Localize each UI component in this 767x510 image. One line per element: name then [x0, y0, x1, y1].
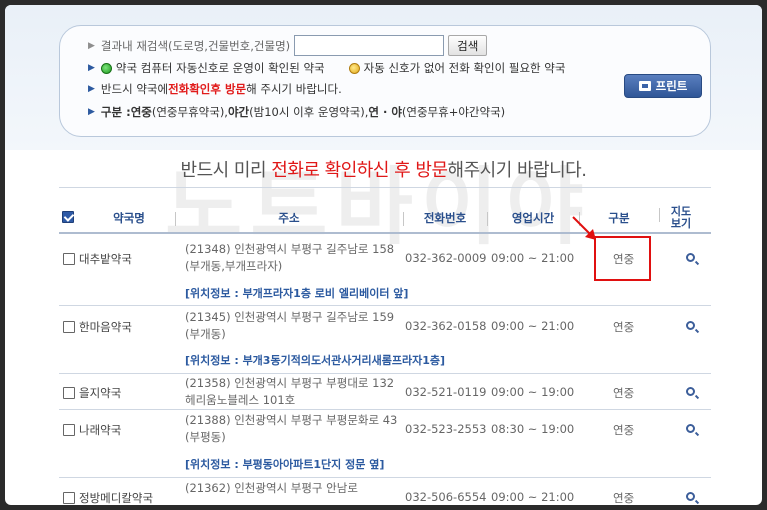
pharmacy-address: (21345) 인천광역시 부평구 길주남로 159 (부개동) [185, 310, 395, 341]
print-button[interactable]: 프린트 [624, 74, 702, 98]
row-name-cell: 을지약국 [63, 385, 121, 401]
legend-green-text: 약국 컴퓨터 자동신호로 운영이 확인된 약국 [115, 61, 325, 75]
pharmacy-address: (21348) 인천광역시 부평구 길주남로 158 (부개동,부개프라자) [185, 242, 395, 273]
pharmacy-location: [위치정보 : 부개3동기적의도서관사거리새롬프라자1층] [185, 354, 446, 367]
pharmacy-name[interactable]: 을지약국 [79, 385, 121, 401]
magnifier-icon [686, 492, 695, 501]
type-legend-row: ▶ 구분 : 연중 (연중무휴약국), 야간 (밤10시 이후 운영약국), 연… [88, 104, 505, 120]
pharmacy-type: 연중 [613, 423, 635, 437]
banner-pre: 반드시 미리 [180, 160, 272, 181]
row-name-cell: 나래약국 [63, 422, 121, 438]
banner-post: 해주시기 바랍니다. [447, 160, 587, 181]
select-all-cell [59, 210, 83, 226]
type-yeonya: 연 · 야 [368, 105, 402, 119]
pharmacy-hours: 09:00 ~ 19:00 [491, 385, 575, 399]
row-checkbox[interactable] [63, 492, 75, 504]
row-name-cell: 정방메디칼약국 [63, 490, 153, 505]
yellow-signal-icon [348, 62, 360, 74]
pharmacy-phone: 032-362-0009 [405, 251, 487, 265]
divider [59, 187, 711, 188]
map-button[interactable] [686, 385, 695, 399]
type-yagan: 야간 [227, 105, 250, 119]
pharmacy-hours: 09:00 ~ 21:00 [491, 490, 575, 504]
pharmacy-type: 연중 [613, 386, 635, 400]
bullet-triangle-icon: ▶ [88, 63, 95, 73]
banner-highlight: 전화로 확인하신 후 방문 [271, 160, 448, 181]
pharmacy-name[interactable]: 나래약국 [79, 422, 121, 438]
map-button[interactable] [686, 319, 695, 333]
header-phone: 전화번호 [403, 210, 487, 226]
row-checkbox[interactable] [63, 387, 75, 399]
row-name-cell: 한마음약국 [63, 319, 132, 335]
select-all-checkbox[interactable] [62, 210, 74, 223]
map-button[interactable] [686, 490, 695, 504]
annotation-highlight-box [594, 236, 651, 281]
row-checkbox[interactable] [63, 321, 75, 333]
pharmacy-location: [위치정보 : 부평동아아파트1단지 정문 옆] [185, 458, 385, 471]
pharmacy-phone: 032-362-0158 [405, 319, 487, 333]
printer-icon [638, 81, 651, 91]
type-yeonya-desc: (연중무휴+야간약국) [401, 105, 506, 119]
map-button[interactable] [686, 422, 695, 436]
legend-row: ▶ 약국 컴퓨터 자동신호로 운영이 확인된 약국 자동 신호가 없어 전화 확… [88, 60, 565, 76]
search-input[interactable] [294, 35, 445, 56]
type-legend-label: 구분 : [100, 105, 131, 119]
pharmacy-phone: 032-523-2553 [405, 422, 487, 436]
row-checkbox[interactable] [63, 424, 75, 436]
browser-frame: ▶ 결과내 재검색(도로명,건물번호,건물명) 검색 ▶ 약국 컴퓨터 자동신호… [5, 5, 762, 505]
search-panel: ▶ 결과내 재검색(도로명,건물번호,건물명) 검색 ▶ 약국 컴퓨터 자동신호… [59, 25, 711, 137]
table-row: 나래약국 (21388) 인천광역시 부평구 부평문화로 43 (부평동) 03… [59, 410, 711, 478]
pharmacy-type: 연중 [613, 320, 635, 334]
pharmacy-name[interactable]: 한마음약국 [79, 319, 132, 335]
bullet-triangle-icon: ▶ [88, 84, 95, 94]
magnifier-icon [686, 424, 695, 433]
table-row: 을지약국 (21358) 인천광역시 부평구 부평대로 132 헤리움노블레스 … [59, 374, 711, 410]
table-row: 한마음약국 (21345) 인천광역시 부평구 길주남로 159 (부개동) 0… [59, 306, 711, 374]
table-header: 약국명 주소 전화번호 영업시간 구분 지도 보기 [59, 204, 711, 234]
row-checkbox[interactable] [63, 253, 75, 265]
pharmacy-location: [위치정보 : 부개프라자1층 로비 엘리베이터 앞] [185, 287, 409, 300]
pharmacy-address: (21362) 인천광역시 부평구 안남로 [185, 481, 358, 495]
header-address: 주소 [175, 210, 403, 226]
type-yeonjung-desc: (연중무휴약국), [151, 105, 228, 119]
print-button-label: 프린트 [655, 79, 688, 93]
pharmacy-address: (21388) 인천광역시 부평구 부평문화로 43 (부평동) [185, 413, 398, 444]
pharmacy-hours: 08:30 ~ 19:00 [491, 422, 575, 436]
green-signal-icon [100, 62, 112, 74]
visit-notice-row: ▶ 반드시 약국에 전화확인후 방문 해 주시기 바랍니다. [88, 81, 342, 97]
legend-yellow-text: 자동 신호가 없어 전화 확인이 필요한 약국 [363, 61, 566, 75]
row-name-cell: 대추밭약국 [63, 251, 132, 267]
pharmacy-phone: 032-521-0119 [405, 385, 487, 399]
search-row: ▶ 결과내 재검색(도로명,건물번호,건물명) 검색 [88, 35, 488, 56]
pharmacy-name[interactable]: 대추밭약국 [79, 251, 132, 267]
header-name: 약국명 [113, 211, 145, 225]
magnifier-icon [686, 253, 695, 262]
visit-notice-suffix: 해 주시기 바랍니다. [246, 82, 342, 96]
header-map-line2: 보기 [670, 217, 692, 230]
header-hours: 영업시간 [487, 210, 579, 226]
pharmacy-hours: 09:00 ~ 21:00 [491, 251, 575, 265]
search-label: 결과내 재검색(도로명,건물번호,건물명) [100, 38, 291, 53]
table-row: 정방메디칼약국 (21362) 인천광역시 부평구 안남로 032-506-65… [59, 478, 711, 505]
magnifier-icon [686, 321, 695, 330]
visit-banner: 반드시 미리 전화로 확인하신 후 방문해주시기 바랍니다. [5, 156, 762, 182]
header-map: 지도 보기 [659, 206, 703, 230]
pharmacy-hours: 09:00 ~ 21:00 [491, 319, 575, 333]
pharmacy-address: (21358) 인천광역시 부평구 부평대로 132 헤리움노블레스 101호 [185, 376, 395, 407]
visit-notice-prefix: 반드시 약국에 [100, 82, 169, 96]
type-yeonjung: 연중 [130, 105, 152, 119]
bullet-triangle-icon: ▶ [88, 107, 95, 117]
map-button[interactable] [686, 251, 695, 265]
search-button[interactable]: 검색 [448, 35, 488, 56]
magnifier-icon [686, 387, 695, 396]
pharmacy-name[interactable]: 정방메디칼약국 [79, 490, 153, 505]
bullet-triangle-icon: ▶ [88, 40, 95, 51]
type-yagan-desc: (밤10시 이후 운영약국), [249, 105, 369, 119]
pharmacy-phone: 032-506-6554 [405, 490, 487, 504]
pharmacy-type: 연중 [613, 491, 635, 505]
visit-notice-highlight: 전화확인후 방문 [168, 82, 247, 96]
